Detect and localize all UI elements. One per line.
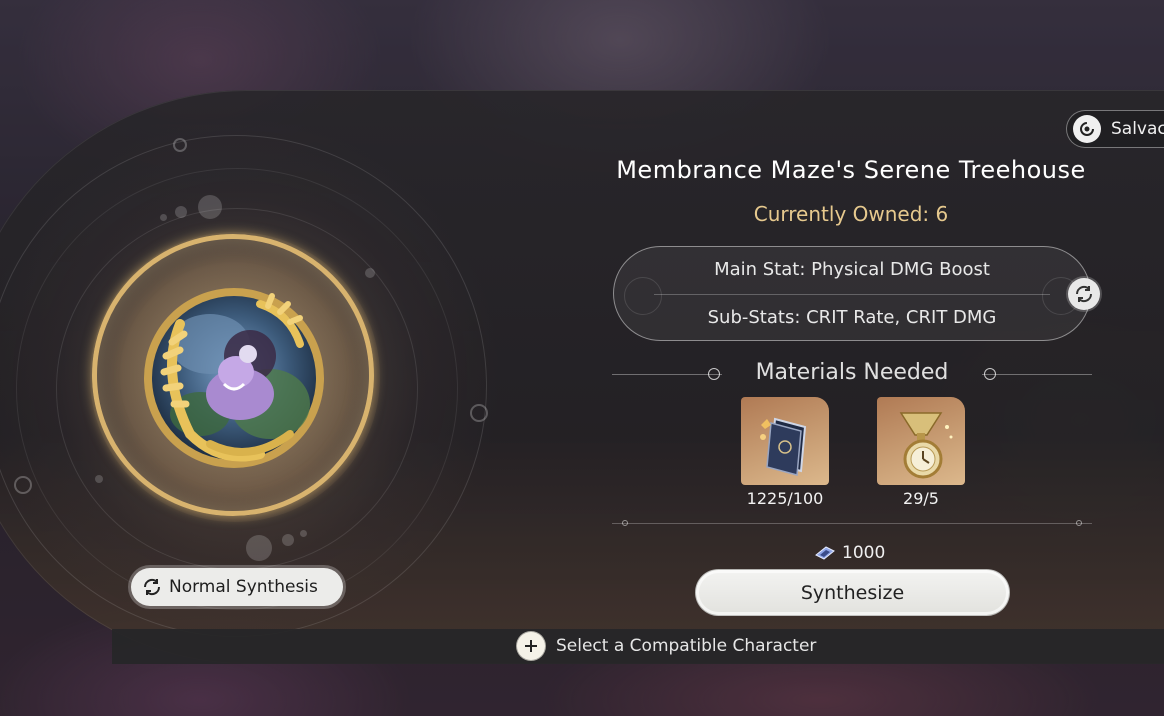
material-item[interactable]: 1225/100 (741, 397, 829, 508)
orbit-bubble (198, 195, 222, 219)
orbit-node (470, 404, 488, 422)
sub-stats: Sub-Stats: CRIT Rate, CRIT DMG (707, 307, 997, 328)
separator-end-left (622, 520, 628, 526)
synthesis-cost: 1000 (812, 543, 885, 563)
orbit-bubble (95, 475, 103, 483)
pocket-watch-icon (877, 397, 965, 485)
orbit-node (14, 476, 32, 494)
synthesize-button[interactable]: Synthesize (695, 569, 1010, 616)
normal-synthesis-button[interactable]: Normal Synthesis (131, 568, 343, 606)
materials-header-label: Materials Needed (755, 360, 949, 385)
select-character-hint[interactable]: Select a Compatible Character (516, 631, 816, 661)
material-count: 29/5 (903, 489, 939, 508)
material-count: 1225/100 (746, 489, 824, 508)
select-character-label: Select a Compatible Character (556, 636, 817, 656)
material-item[interactable]: 29/5 (877, 397, 965, 508)
orbit-bubble (300, 530, 307, 537)
salvage-icon (1073, 115, 1101, 143)
orbit-bubble (246, 535, 272, 561)
refresh-icon (1075, 285, 1093, 303)
plus-icon (516, 631, 546, 661)
relic-medallion-icon (140, 284, 328, 472)
orbit-node (173, 138, 187, 152)
salvage-button-label: Salvac (1111, 119, 1164, 139)
relic-title: Membrance Maze's Serene Treehouse (616, 156, 1086, 184)
synthesize-button-label: Synthesize (800, 581, 905, 604)
book-icon (741, 397, 829, 485)
orbit-bubble (365, 268, 375, 278)
orbit-bubble (282, 534, 294, 546)
normal-synthesis-label: Normal Synthesis (169, 577, 318, 597)
orbit-bubble (160, 214, 167, 221)
section-separator (612, 520, 1092, 526)
cost-amount: 1000 (842, 543, 886, 563)
separator-end-right (1076, 520, 1082, 526)
reroll-stats-button[interactable] (1068, 278, 1100, 310)
orbit-bubble (175, 206, 187, 218)
main-stat: Main Stat: Physical DMG Boost (714, 259, 990, 280)
stats-divider (654, 294, 1050, 295)
header-line-right (982, 374, 1092, 375)
salvage-button[interactable]: Salvac (1066, 110, 1164, 148)
switch-mode-icon (143, 578, 161, 596)
owned-count: Currently Owned: 6 (753, 202, 949, 226)
credit-icon (815, 546, 835, 560)
stats-box: Main Stat: Physical DMG Boost Sub-Stats:… (613, 246, 1091, 341)
materials-header: Materials Needed (612, 360, 1092, 390)
